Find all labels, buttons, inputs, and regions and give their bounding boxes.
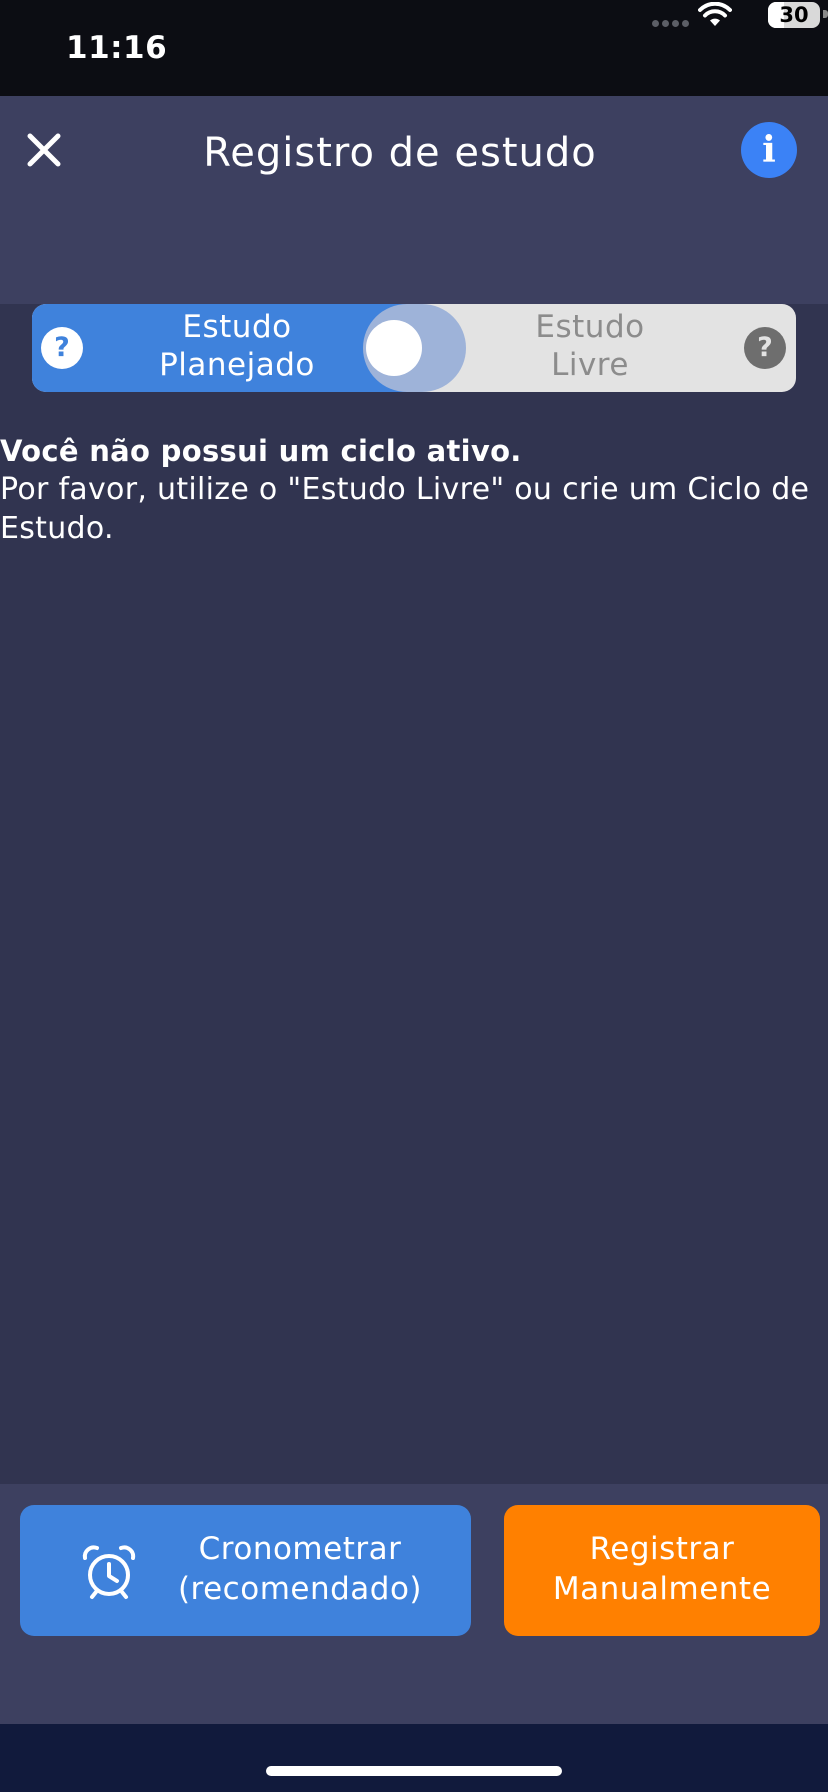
status-time: 11:16: [66, 30, 168, 66]
empty-cycle-message: Você não possui um ciclo ativo. Por favo…: [0, 432, 828, 548]
tab-estudo-livre-label: Estudo Livre: [535, 309, 645, 383]
battery-nub: [823, 10, 828, 18]
help-icon-livre[interactable]: ?: [744, 327, 786, 369]
home-indicator[interactable]: [266, 1766, 562, 1776]
info-button[interactable]: i: [741, 122, 797, 178]
cellular-signal-icon: [652, 20, 692, 28]
battery-icon: 30: [768, 2, 820, 28]
message-title: Você não possui um ciclo ativo.: [0, 434, 522, 468]
battery-level: 30: [779, 3, 809, 27]
timer-button-label: Cronometrar (recomendado): [177, 1531, 423, 1607]
status-bar: 11:16 30: [0, 0, 828, 96]
register-manually-button[interactable]: Registrar Manualmente: [504, 1505, 820, 1636]
register-manually-label: Registrar Manualmente: [552, 1531, 772, 1607]
tab-estudo-planejado-label: Estudo Planejado: [159, 309, 315, 383]
page-title: Registro de estudo: [203, 130, 597, 176]
tab-estudo-livre[interactable]: Estudo Livre ?: [420, 304, 796, 392]
alarm-clock-icon: [82, 1545, 136, 1599]
timer-button[interactable]: Cronometrar (recomendado): [20, 1505, 471, 1636]
toggle-knob[interactable]: [366, 320, 422, 376]
help-icon-planejado[interactable]: ?: [41, 327, 83, 369]
wifi-icon: [698, 2, 732, 26]
header: [0, 96, 828, 304]
tab-estudo-planejado[interactable]: ? Estudo Planejado: [32, 304, 420, 392]
home-indicator-area: [0, 1724, 828, 1792]
info-icon: i: [762, 129, 776, 171]
message-body: Por favor, utilize o "Estudo Livre" ou c…: [0, 472, 810, 546]
